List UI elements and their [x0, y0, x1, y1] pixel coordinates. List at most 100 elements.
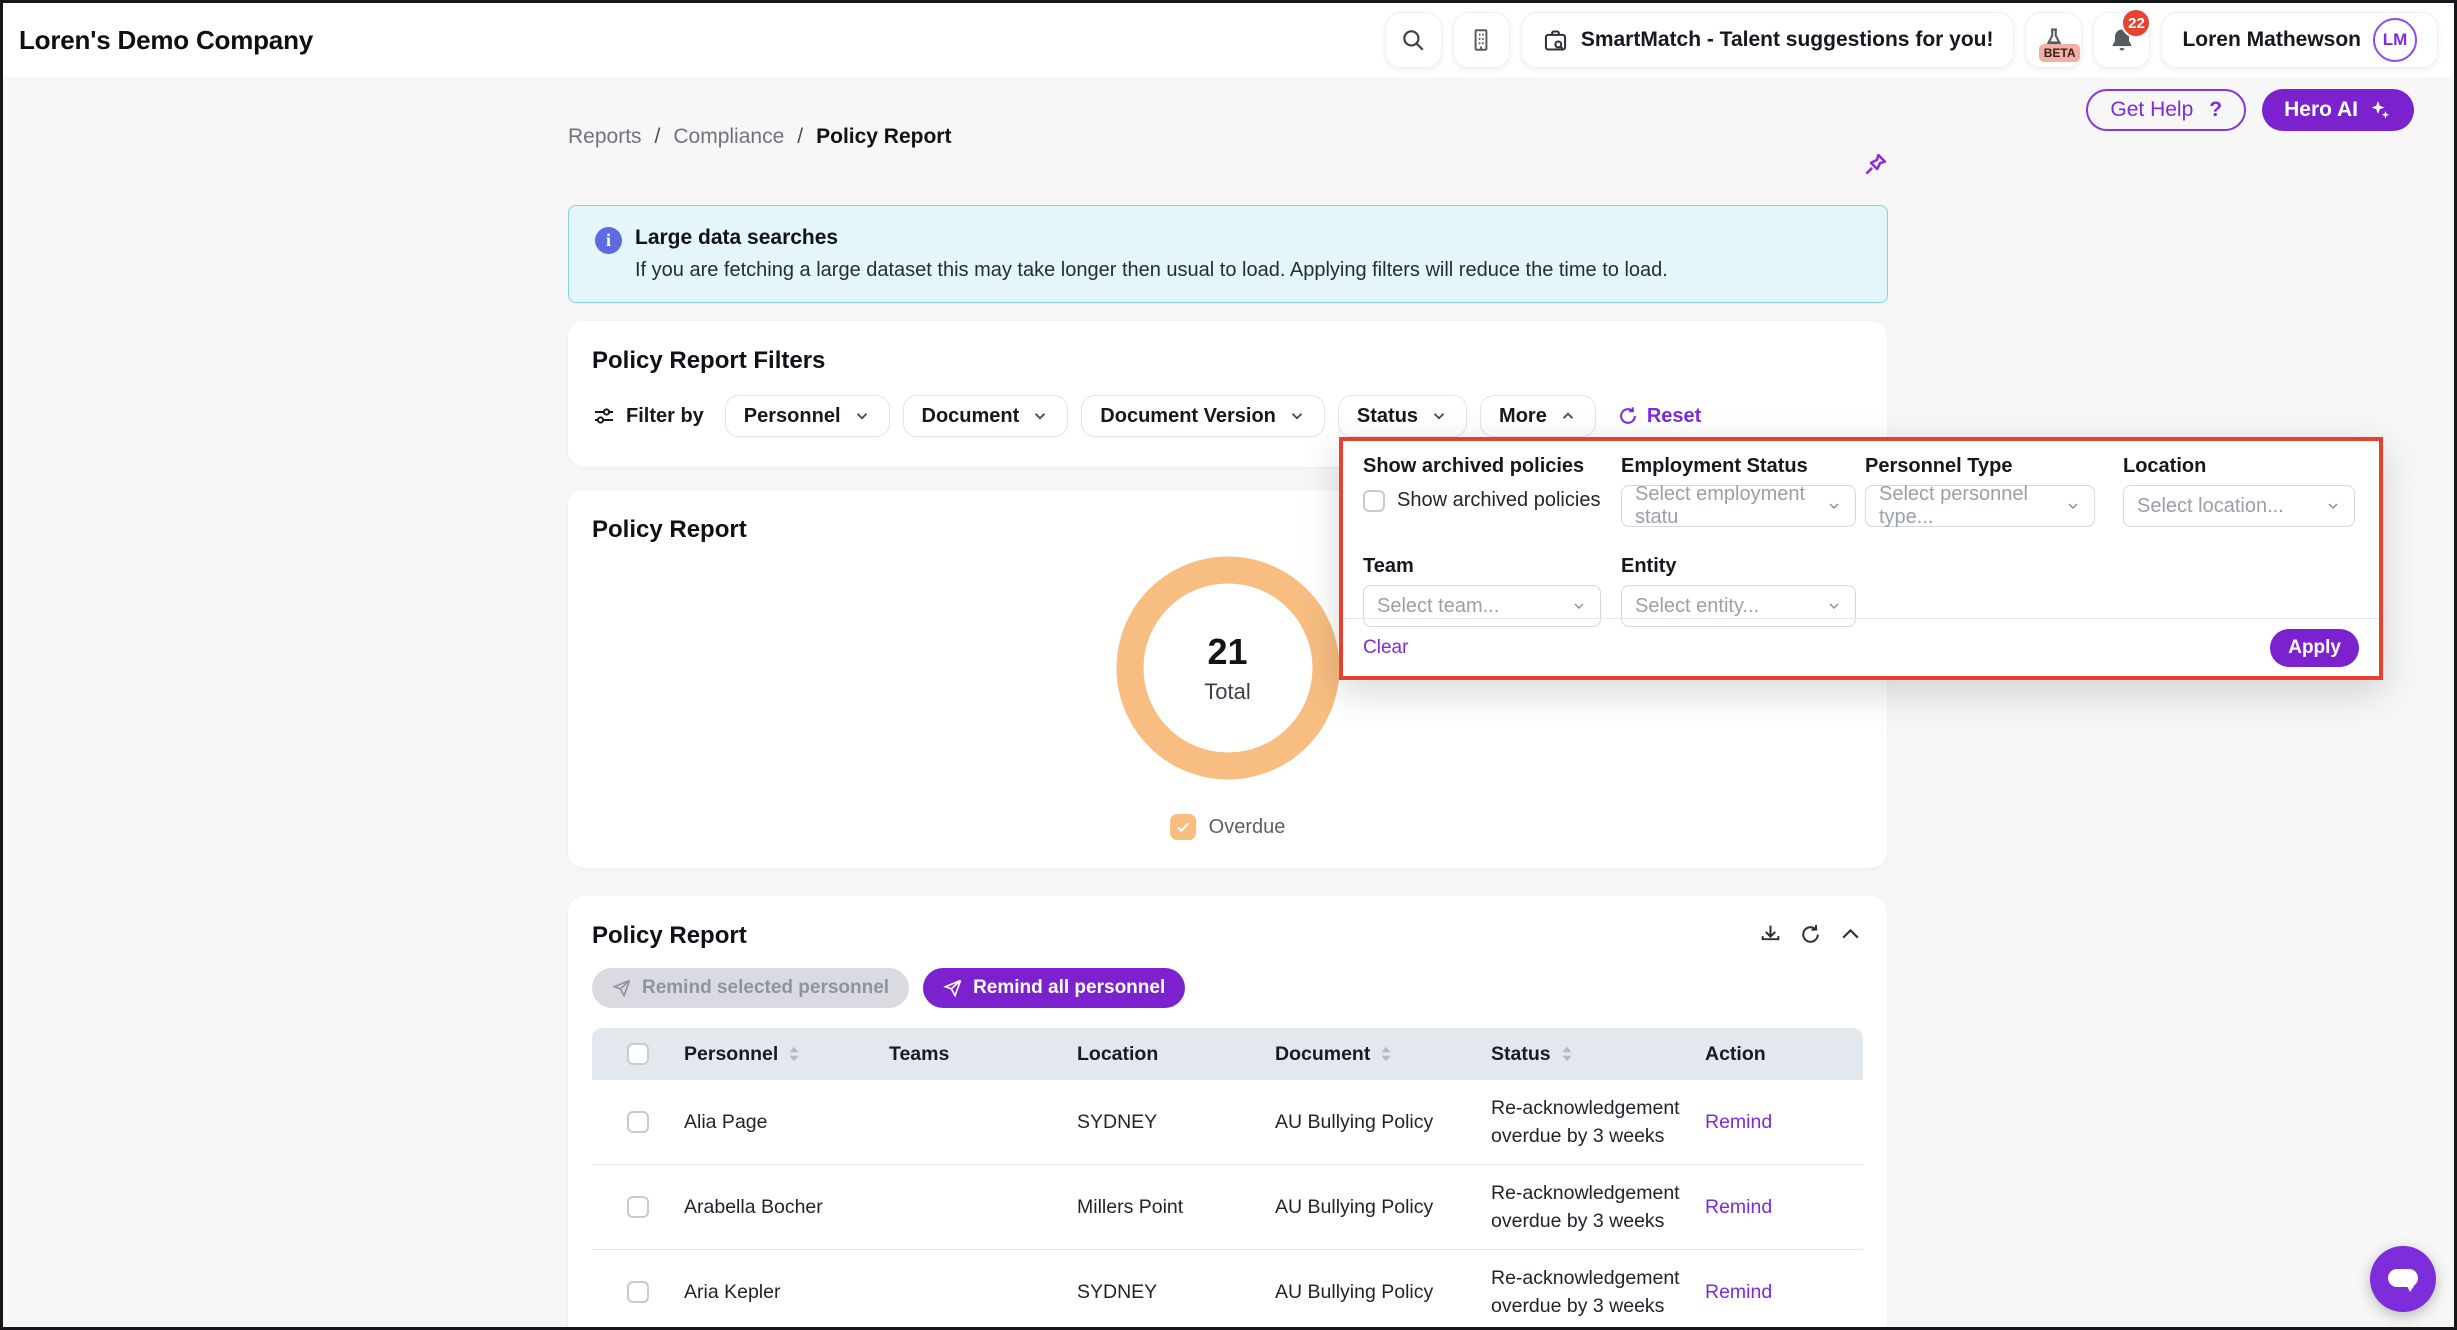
search-button[interactable]	[1385, 12, 1442, 68]
archived-group-label: Show archived policies	[1363, 455, 1584, 478]
remind-row-link[interactable]: Remind	[1685, 1193, 1863, 1221]
team-label: Team	[1363, 555, 1414, 578]
building-icon	[1468, 27, 1494, 53]
select-all-checkbox[interactable]	[627, 1043, 649, 1065]
user-name: Loren Mathewson	[2182, 28, 2361, 52]
filter-status-button[interactable]: Status	[1338, 395, 1467, 437]
table-header-row: Personnel Teams Location Document Status	[592, 1028, 1863, 1080]
info-icon: i	[595, 227, 622, 254]
donut-total-value: 21	[1207, 631, 1247, 673]
chevron-down-icon	[1826, 498, 1842, 514]
chat-launcher-button[interactable]	[2370, 1246, 2436, 1312]
reset-filters-button[interactable]: Reset	[1617, 405, 1701, 428]
help-row: Get Help ? Hero AI	[2086, 89, 2414, 131]
legend-overdue-label: Overdue	[1209, 816, 1286, 839]
chevron-up-icon	[1559, 407, 1577, 425]
clear-filters-link[interactable]: Clear	[1363, 637, 1408, 659]
column-label: Status	[1491, 1043, 1551, 1066]
notifications-button[interactable]: 22	[2093, 12, 2150, 68]
filter-personnel-label: Personnel	[744, 405, 841, 428]
cell-document: AU Bullying Policy	[1255, 1278, 1471, 1306]
check-icon	[1175, 819, 1191, 835]
company-name: Loren's Demo Company	[19, 25, 313, 56]
cell-document: AU Bullying Policy	[1255, 1193, 1471, 1221]
location-select[interactable]: Select location...	[2123, 485, 2355, 527]
chevron-down-icon	[853, 407, 871, 425]
remind-all-button[interactable]: Remind all personnel	[923, 968, 1185, 1008]
remind-buttons: Remind selected personnel Remind all per…	[568, 950, 1887, 1008]
entity-placeholder: Select entity...	[1635, 595, 1759, 618]
filter-personnel-button[interactable]: Personnel	[725, 395, 890, 437]
row-checkbox[interactable]	[627, 1111, 649, 1133]
remind-all-label: Remind all personnel	[973, 977, 1165, 999]
pin-page-icon[interactable]	[1859, 149, 1891, 181]
table-tools	[1758, 922, 1863, 947]
labs-button[interactable]: BETA	[2025, 12, 2082, 68]
collapse-icon[interactable]	[1838, 922, 1863, 947]
filter-more-button[interactable]: More	[1480, 395, 1596, 437]
download-icon[interactable]	[1758, 922, 1783, 947]
more-filters-popover: Show archived policies Show archived pol…	[1339, 437, 2383, 680]
smartmatch-button[interactable]: SmartMatch - Talent suggestions for you!	[1521, 12, 2015, 68]
chevron-down-icon	[1571, 598, 1587, 614]
show-archived-checkbox[interactable]	[1363, 490, 1385, 512]
filter-more-label: More	[1499, 405, 1547, 428]
chat-bubble-icon	[2385, 1262, 2421, 1296]
filter-document-button[interactable]: Document	[903, 395, 1069, 437]
briefcase-search-icon	[1542, 27, 1569, 54]
company-switcher-button[interactable]	[1453, 12, 1510, 68]
chevron-down-icon	[2065, 498, 2081, 514]
personnel-type-label: Personnel Type	[1865, 455, 2012, 478]
table-title: Policy Report	[568, 896, 1887, 950]
filter-document-label: Document	[922, 405, 1020, 428]
remind-row-link[interactable]: Remind	[1685, 1108, 1863, 1136]
employment-status-placeholder: Select employment statu	[1635, 483, 1826, 529]
row-checkbox[interactable]	[627, 1281, 649, 1303]
cell-personnel: Arabella Bocher	[664, 1193, 869, 1221]
donut-center: 21 Total	[1116, 556, 1340, 780]
filter-by-label: Filter by	[626, 405, 704, 428]
refresh-icon[interactable]	[1798, 922, 1823, 947]
column-header-status[interactable]: Status	[1471, 1043, 1685, 1066]
personnel-type-select[interactable]: Select personnel type...	[1865, 485, 2095, 527]
apply-filters-button[interactable]: Apply	[2270, 629, 2359, 667]
filter-document-version-button[interactable]: Document Version	[1081, 395, 1325, 437]
table-row: Arabella Bocher Millers Point AU Bullyin…	[592, 1165, 1863, 1250]
column-header-document[interactable]: Document	[1255, 1043, 1471, 1066]
column-header-personnel[interactable]: Personnel	[664, 1043, 869, 1066]
cell-location: SYDNEY	[1057, 1108, 1255, 1136]
column-header-teams: Teams	[869, 1043, 1057, 1066]
row-checkbox[interactable]	[627, 1196, 649, 1218]
chevron-down-icon	[1031, 407, 1049, 425]
hero-ai-button[interactable]: Hero AI	[2262, 89, 2414, 131]
policy-report-page: Loren's Demo Company SmartMatch - Talent…	[0, 0, 2457, 1330]
employment-status-select[interactable]: Select employment statu	[1621, 485, 1856, 527]
cell-location: SYDNEY	[1057, 1278, 1255, 1306]
sort-icon	[1379, 1045, 1393, 1063]
hero-ai-label: Hero AI	[2284, 98, 2358, 122]
filter-by: Filter by	[592, 404, 704, 428]
banner-body: If you are fetching a large dataset this…	[635, 259, 1863, 282]
personnel-type-placeholder: Select personnel type...	[1879, 483, 2065, 529]
cell-status: Re-acknowledgement overdue by 3 weeks	[1471, 1264, 1685, 1321]
column-label: Action	[1705, 1043, 1766, 1066]
breadcrumb-reports[interactable]: Reports	[568, 125, 642, 149]
question-mark-icon: ?	[2209, 98, 2222, 122]
sort-icon	[787, 1045, 801, 1063]
chevron-down-icon	[1288, 407, 1306, 425]
column-header-location: Location	[1057, 1043, 1255, 1066]
breadcrumb-compliance[interactable]: Compliance	[673, 125, 784, 149]
remind-row-link[interactable]: Remind	[1685, 1278, 1863, 1306]
filter-row: Filter by Personnel Document Document Ve…	[568, 375, 1887, 437]
get-help-label: Get Help	[2110, 98, 2193, 122]
get-help-button[interactable]: Get Help ?	[2086, 89, 2246, 131]
table-row: Aria Kepler SYDNEY AU Bullying Policy Re…	[592, 1250, 1863, 1330]
topbar-actions: SmartMatch - Talent suggestions for you!…	[1385, 12, 2438, 68]
remind-selected-button[interactable]: Remind selected personnel	[592, 968, 909, 1008]
avatar: LM	[2373, 18, 2417, 62]
breadcrumb: Reports / Compliance / Policy Report	[568, 125, 951, 149]
user-menu-button[interactable]: Loren Mathewson LM	[2161, 12, 2438, 68]
legend-overdue-checkbox[interactable]	[1170, 814, 1196, 840]
location-placeholder: Select location...	[2137, 495, 2284, 518]
cell-personnel: Aria Kepler	[664, 1278, 869, 1306]
